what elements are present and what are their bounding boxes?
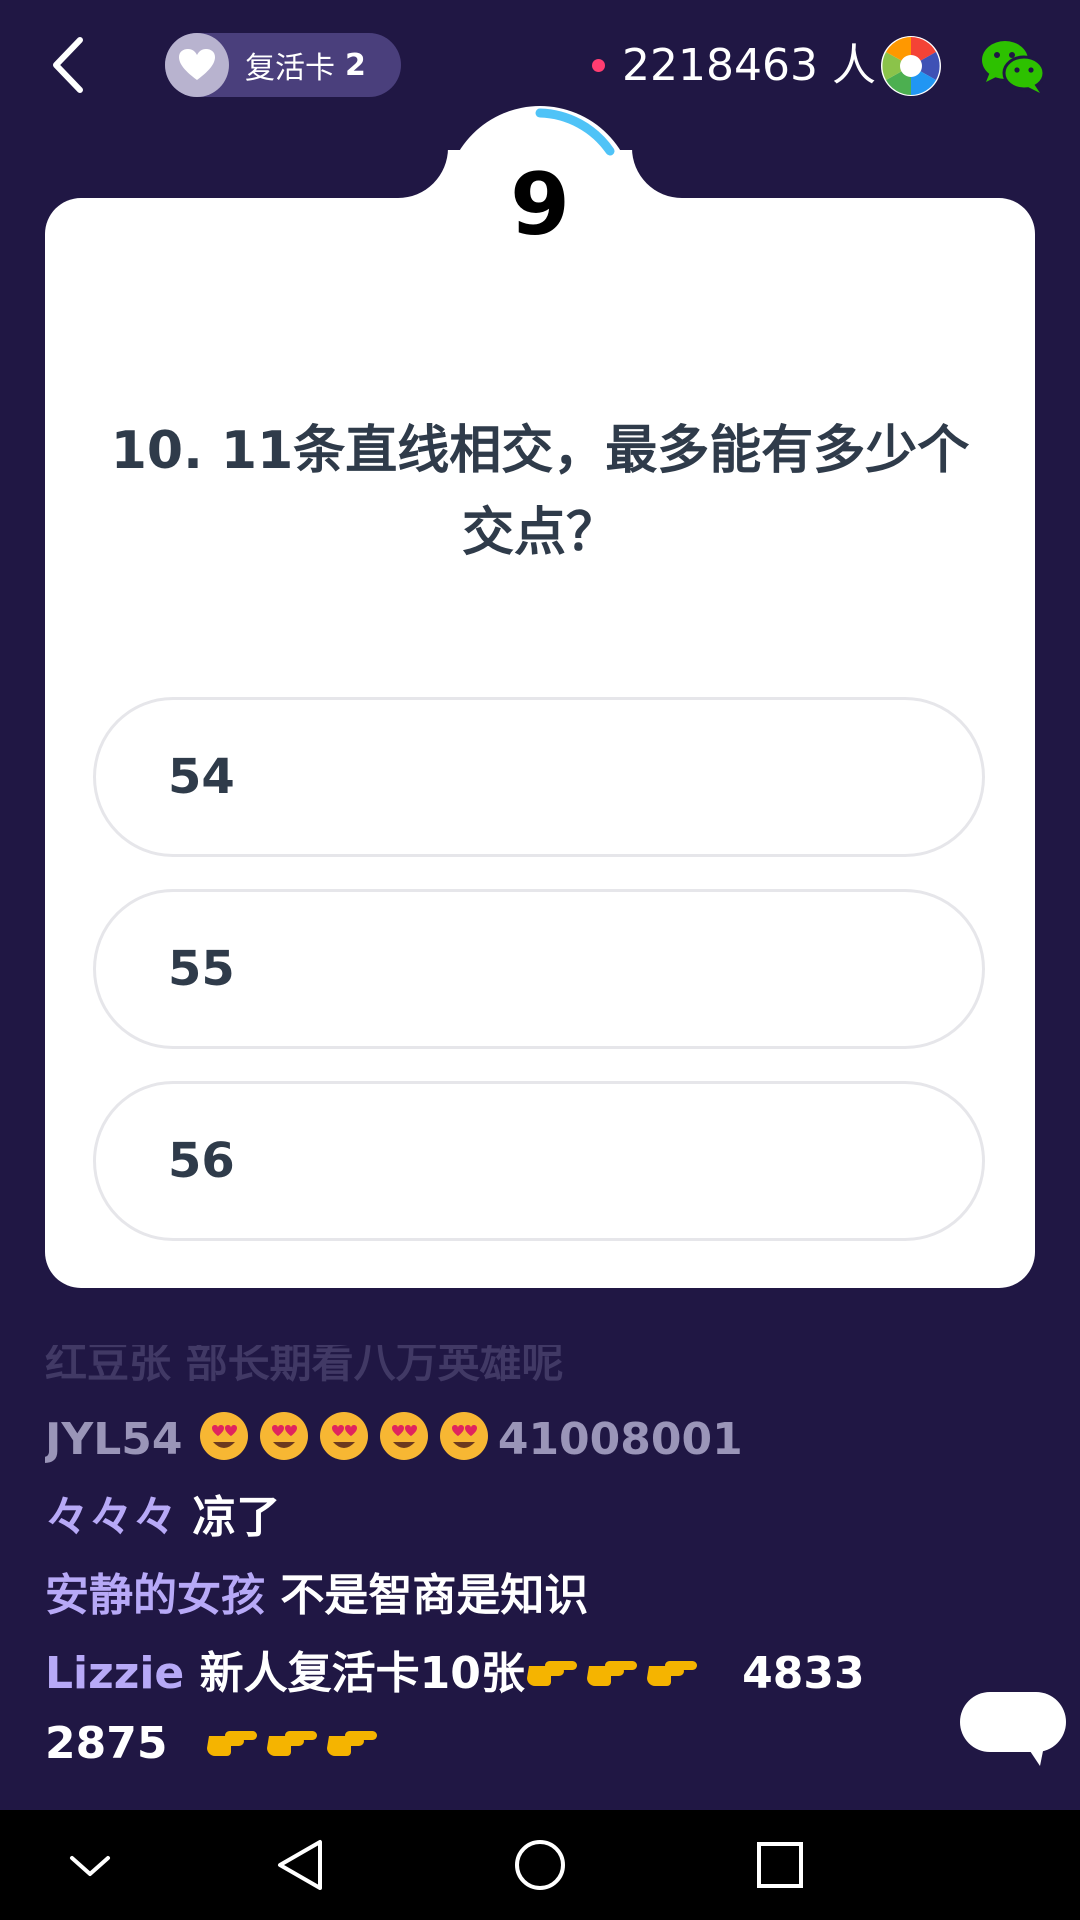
question-text: 10. 11条直线相交，最多能有多少个交点？ (110, 421, 970, 563)
live-comments: 红豆张 部长期看八万英雄呢 JYL54 41008001 々々々 凉了 安静的女… (45, 1345, 885, 1775)
comment-row: JYL54 41008001 (45, 1410, 743, 1470)
heart-icon (165, 33, 229, 97)
answer-option-label: 54 (168, 749, 235, 805)
pointing-hand-emoji (205, 1718, 385, 1769)
comment-username: JYL54 (45, 1414, 183, 1465)
revive-card-count: 2 (345, 47, 366, 83)
comment-faded: 红豆张 部长期看八万英雄呢 (45, 1345, 564, 1387)
quiz-screen: 复活卡 2 2218463 人 9 10. 11条直线相交，最多能有多少个交点？… (0, 0, 1080, 1920)
answer-option-label: 55 (168, 941, 235, 997)
comment-username: 安静的女孩 (45, 1570, 265, 1621)
heart-eyes-emoji (198, 1412, 498, 1465)
back-arrow-icon (53, 37, 83, 93)
revive-card-label: 复活卡 (245, 51, 335, 86)
chat-bubble-icon[interactable] (958, 1690, 1068, 1766)
comment-text: 2875 (45, 1718, 168, 1769)
answer-option-label: 56 (168, 1133, 235, 1189)
aperture-icon[interactable] (880, 35, 942, 97)
answer-option[interactable]: 54 (93, 697, 985, 857)
revive-card-badge[interactable]: 复活卡 2 (165, 33, 401, 97)
comment-text: 4833 (742, 1648, 865, 1699)
nav-back-icon[interactable] (260, 1830, 340, 1900)
comment-username: Lizzie (45, 1648, 185, 1699)
comment-text: 凉了 (192, 1492, 281, 1543)
countdown-timer: 9 (510, 155, 570, 255)
viewer-count: 2218463 人 (622, 40, 876, 91)
comment-row: 安静的女孩 不是智商是知识 (45, 1566, 588, 1626)
comment-row: Lizzie 新人复活卡10张 4833 (45, 1644, 865, 1704)
answer-option[interactable]: 55 (93, 889, 985, 1049)
wechat-icon[interactable] (980, 38, 1046, 96)
comment-text: 不是智商是知识 (280, 1570, 589, 1621)
comment-username: 々々々 (45, 1492, 177, 1543)
live-indicator-dot (592, 59, 605, 72)
back-button[interactable] (38, 30, 98, 100)
chevron-down-icon[interactable] (50, 1830, 130, 1900)
pointing-hand-emoji (525, 1648, 705, 1699)
comment-row-continued: 2875 (45, 1714, 385, 1774)
system-nav-bar (0, 1810, 1080, 1920)
comment-text: 41008001 (497, 1414, 743, 1465)
comment-text: 新人复活卡10张 (199, 1648, 525, 1699)
nav-home-icon[interactable] (500, 1830, 580, 1900)
answer-option[interactable]: 56 (93, 1081, 985, 1241)
nav-recents-icon[interactable] (740, 1830, 820, 1900)
comment-row: 々々々 凉了 (45, 1488, 280, 1548)
